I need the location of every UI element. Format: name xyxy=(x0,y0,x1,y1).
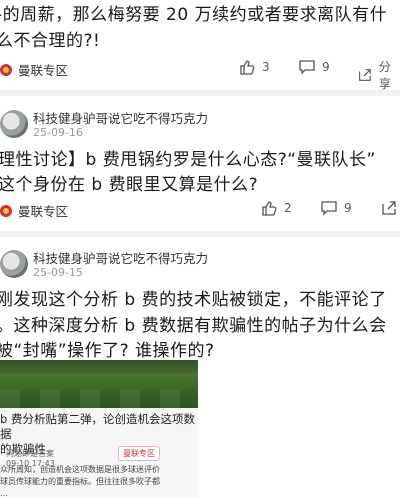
embed-title-line: b 费分析贴第二弹，论创造机会这项数据 xyxy=(0,412,195,441)
comment-icon xyxy=(321,201,337,216)
comment-button[interactable]: 9 xyxy=(320,199,352,217)
thumbs-up-icon xyxy=(240,60,255,75)
post-date: 25-09-15 xyxy=(33,266,83,279)
post-text-line: 么不合理的?! xyxy=(0,31,101,51)
embed-body-line: 球员传球能力的重要指标。但往往很多吹子都 xyxy=(0,477,160,486)
like-count: 3 xyxy=(262,60,270,74)
like-button[interactable]: 3 xyxy=(238,58,270,76)
avatar[interactable] xyxy=(0,250,28,278)
post-text-line[interactable]: 这个身份在 b 费眼里又算是什么? xyxy=(0,172,258,198)
share-button[interactable] xyxy=(380,199,400,217)
share-icon xyxy=(359,69,371,81)
post-text-line: -的周薪，那么梅努要 20 万续约或者要求离队有什 xyxy=(0,5,388,25)
share-button[interactable]: 分享 xyxy=(357,58,400,92)
comment-icon xyxy=(299,60,315,75)
comment-button[interactable]: 9 xyxy=(298,58,330,76)
divider xyxy=(0,231,400,237)
comment-count: 9 xyxy=(322,60,330,74)
share-label: 分享 xyxy=(378,60,391,91)
comment-count: 9 xyxy=(344,201,352,215)
avatar[interactable] xyxy=(0,110,28,138)
embed-forum-tag: 曼联专区 xyxy=(118,446,160,461)
embedded-screenshot[interactable]: b 费分析贴第二弹，论创造机会这项数据 的欺骗性 问题即是答案 09-10 17… xyxy=(0,360,198,498)
username[interactable]: 科技健身驴哥说它吃不得巧克力 xyxy=(33,108,208,127)
embed-body-line: 众所周知，创造机会这项数据是很多球迷评价 xyxy=(0,465,160,474)
username[interactable]: 科技健身驴哥说它吃不得巧克力 xyxy=(33,248,208,267)
like-button[interactable]: 2 xyxy=(260,199,292,217)
like-count: 2 xyxy=(284,201,292,215)
share-icon xyxy=(382,201,396,215)
post-date: 25-09-16 xyxy=(33,126,83,139)
post-text-line[interactable]: 。这种深度分析 b 费数据有欺骗性的帖子为什么会 xyxy=(0,313,387,339)
thumbs-up-icon xyxy=(262,201,277,216)
pitch-photo xyxy=(0,360,198,408)
embed-body-line: ... xyxy=(0,489,8,498)
post-text-line[interactable]: 理性讨论】b 费甩锅约罗是什么心态?“曼联队长” xyxy=(0,147,376,173)
divider xyxy=(0,90,400,96)
post-text-line[interactable]: 刚发现这个分析 b 费的技术贴被锁定，不能评论了 xyxy=(0,287,387,313)
embed-author: 问题即是答案 xyxy=(6,449,54,458)
